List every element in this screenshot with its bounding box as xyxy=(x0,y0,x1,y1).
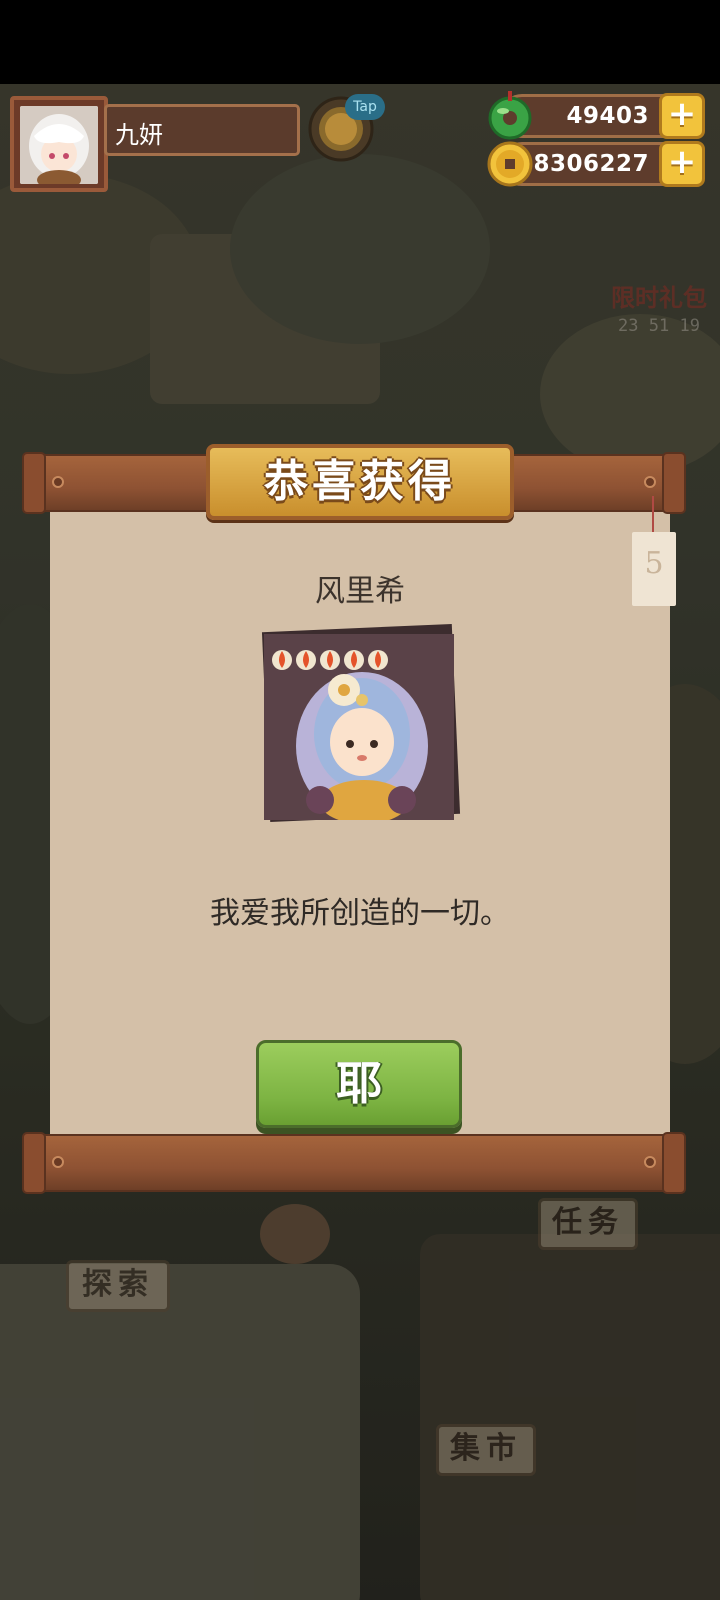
player-name-plate: 九妍 xyxy=(104,104,300,156)
confirm-button-label: 耶 xyxy=(336,1056,382,1110)
avatar xyxy=(20,106,98,184)
rod-end-right xyxy=(662,452,686,514)
flame-icon xyxy=(344,650,364,670)
flame-icon xyxy=(368,650,388,670)
nail-icon xyxy=(52,476,64,488)
dialog-title: 恭喜获得 xyxy=(264,456,456,507)
flame-icon xyxy=(320,650,340,670)
gold-coin-icon xyxy=(487,141,533,187)
nail-icon xyxy=(644,476,656,488)
nail-icon xyxy=(644,1156,656,1168)
rod-end-left xyxy=(22,452,46,514)
rod-end-right xyxy=(662,1132,686,1194)
rod-end-left xyxy=(22,1132,46,1194)
coins-add-button[interactable]: + xyxy=(659,141,705,187)
confirm-button[interactable]: 耶 xyxy=(256,1040,462,1128)
rarity-flames xyxy=(272,650,388,670)
avatar-portrait-icon xyxy=(20,106,98,184)
tap-hint-badge: Tap xyxy=(345,94,385,120)
flame-icon xyxy=(296,650,316,670)
coins-resource-bar: 8306227 + xyxy=(487,141,705,187)
scroll-rod-bottom xyxy=(22,1132,686,1194)
nail-icon xyxy=(52,1156,64,1168)
jade-coin-icon xyxy=(488,91,532,140)
coins-value: 8306227 xyxy=(533,151,649,177)
player-avatar-frame[interactable] xyxy=(10,96,108,192)
jade-value: 49403 xyxy=(566,103,649,129)
jade-resource-bar: 49403 + xyxy=(488,91,705,140)
tag-string xyxy=(652,496,654,534)
character-name: 风里希 xyxy=(315,574,405,609)
player-name: 九妍 xyxy=(115,121,163,149)
flame-icon xyxy=(272,650,292,670)
jade-add-button[interactable]: + xyxy=(659,93,705,139)
character-quote: 我爱我所创造的一切。 xyxy=(210,896,510,931)
dialog-title-plate: 恭喜获得 xyxy=(206,444,514,520)
